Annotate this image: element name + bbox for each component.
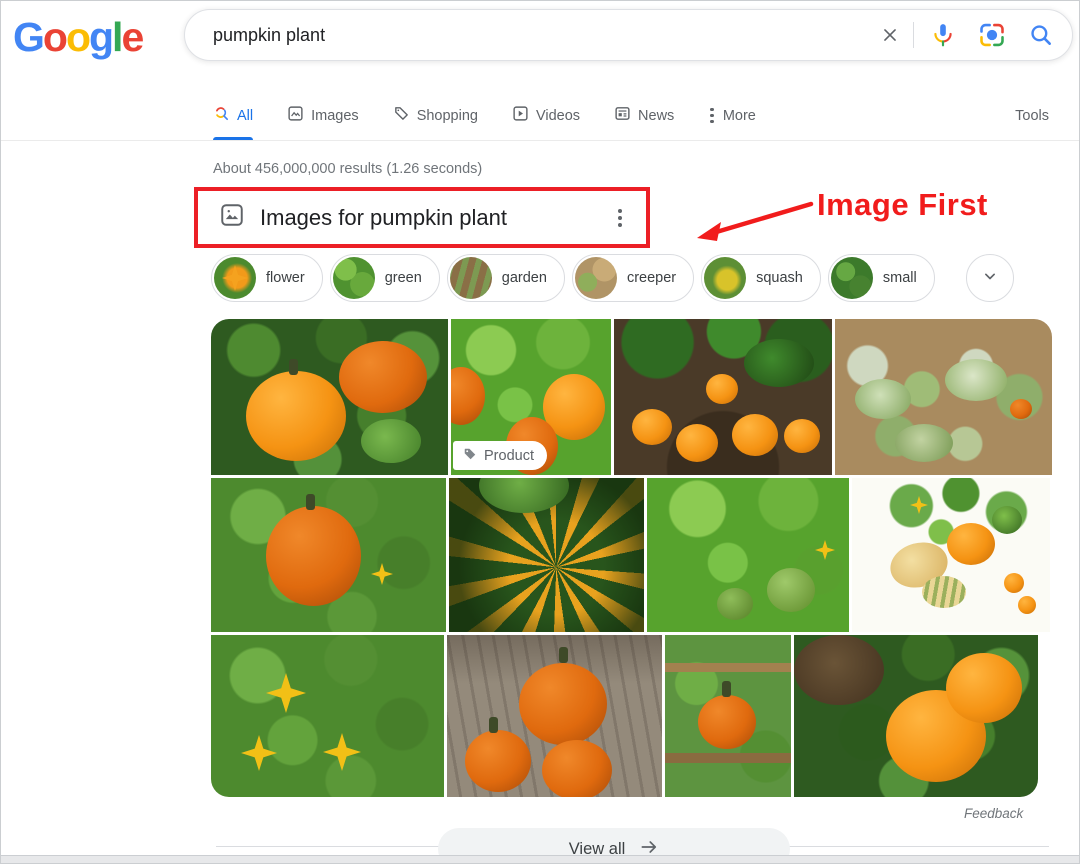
image-pack-title[interactable]: Images for pumpkin plant bbox=[260, 205, 507, 231]
image-result[interactable] bbox=[647, 478, 849, 632]
tab-news[interactable]: News bbox=[614, 91, 674, 140]
image-result[interactable] bbox=[447, 635, 662, 797]
results-tabs: All Images Shopping bbox=[1, 91, 1079, 141]
all-search-icon bbox=[213, 105, 230, 126]
image-result[interactable] bbox=[794, 635, 1038, 797]
product-badge: Product bbox=[453, 441, 547, 470]
logo-letter: o bbox=[66, 14, 89, 61]
image-result[interactable] bbox=[614, 319, 832, 475]
voice-search-icon[interactable] bbox=[930, 22, 956, 48]
chip-thumbnail bbox=[575, 257, 617, 299]
search-icon[interactable] bbox=[1028, 22, 1054, 48]
chip-thumbnail bbox=[450, 257, 492, 299]
expand-chips-button[interactable] bbox=[966, 254, 1014, 302]
chip-green[interactable]: green bbox=[330, 254, 440, 302]
search-bar-divider bbox=[913, 22, 914, 48]
results-stats: About 456,000,000 results (1.26 seconds) bbox=[213, 161, 482, 177]
related-filter-chips: flower green garden creeper squash small bbox=[211, 254, 1014, 302]
window-bottom-edge bbox=[1, 855, 1079, 863]
news-icon bbox=[614, 105, 631, 126]
annotation-text: Image First bbox=[817, 187, 988, 223]
tools-button[interactable]: Tools bbox=[1015, 108, 1049, 124]
tab-label: Videos bbox=[536, 108, 580, 124]
logo-letter: g bbox=[89, 14, 112, 61]
image-result[interactable] bbox=[211, 635, 444, 797]
image-result[interactable] bbox=[211, 319, 448, 475]
image-result[interactable] bbox=[835, 319, 1052, 475]
tab-label: Shopping bbox=[417, 108, 478, 124]
annotation-red-box: Images for pumpkin plant bbox=[194, 187, 650, 248]
tab-more[interactable]: More bbox=[708, 91, 756, 140]
shopping-tag-icon bbox=[393, 105, 410, 126]
image-result[interactable] bbox=[211, 478, 446, 632]
product-badge-label: Product bbox=[484, 448, 534, 464]
google-logo[interactable]: Google bbox=[13, 14, 142, 61]
chip-label: small bbox=[883, 270, 917, 286]
image-result[interactable] bbox=[852, 478, 1050, 632]
image-result[interactable] bbox=[665, 635, 791, 797]
image-result[interactable]: Product bbox=[451, 319, 611, 475]
lens-camera-icon[interactable] bbox=[978, 21, 1006, 49]
chip-thumbnail bbox=[214, 257, 256, 299]
logo-letter: l bbox=[112, 14, 121, 61]
search-bar[interactable] bbox=[184, 9, 1073, 61]
chip-squash[interactable]: squash bbox=[701, 254, 821, 302]
tab-label: More bbox=[723, 108, 756, 124]
more-dots-icon bbox=[708, 108, 716, 124]
chip-label: green bbox=[385, 270, 422, 286]
tab-videos[interactable]: Videos bbox=[512, 91, 580, 140]
chip-label: squash bbox=[756, 270, 803, 286]
chip-thumbnail bbox=[831, 257, 873, 299]
image-pack-icon bbox=[219, 202, 245, 233]
logo-letter: o bbox=[43, 14, 66, 61]
chip-label: flower bbox=[266, 270, 305, 286]
chevron-down-icon bbox=[980, 266, 1000, 291]
tab-images[interactable]: Images bbox=[287, 91, 359, 140]
chip-creeper[interactable]: creeper bbox=[572, 254, 694, 302]
search-input[interactable] bbox=[213, 25, 879, 46]
chip-garden[interactable]: garden bbox=[447, 254, 565, 302]
chip-flower[interactable]: flower bbox=[211, 254, 323, 302]
image-result[interactable] bbox=[449, 478, 644, 632]
chip-thumbnail bbox=[333, 257, 375, 299]
chip-small[interactable]: small bbox=[828, 254, 935, 302]
tab-label: Images bbox=[311, 108, 359, 124]
image-grid-row-2 bbox=[211, 478, 1050, 632]
annotation-arrow-icon bbox=[689, 197, 824, 249]
chip-label: garden bbox=[502, 270, 547, 286]
tab-label: All bbox=[237, 108, 253, 124]
clear-icon[interactable] bbox=[879, 24, 901, 46]
tab-shopping[interactable]: Shopping bbox=[393, 91, 478, 140]
google-search-page: Google bbox=[0, 0, 1080, 864]
logo-letter: G bbox=[13, 14, 43, 61]
images-icon bbox=[287, 105, 304, 126]
chip-label: creeper bbox=[627, 270, 676, 286]
tab-all[interactable]: All bbox=[213, 91, 253, 140]
kebab-menu-icon[interactable] bbox=[614, 205, 626, 231]
image-grid-row-1: Product bbox=[211, 319, 1052, 475]
tab-label: News bbox=[638, 108, 674, 124]
feedback-link[interactable]: Feedback bbox=[964, 806, 1023, 821]
product-tag-icon bbox=[463, 447, 477, 465]
videos-icon bbox=[512, 105, 529, 126]
chip-thumbnail bbox=[704, 257, 746, 299]
logo-letter: e bbox=[121, 14, 142, 61]
image-grid-row-3 bbox=[211, 635, 1038, 797]
